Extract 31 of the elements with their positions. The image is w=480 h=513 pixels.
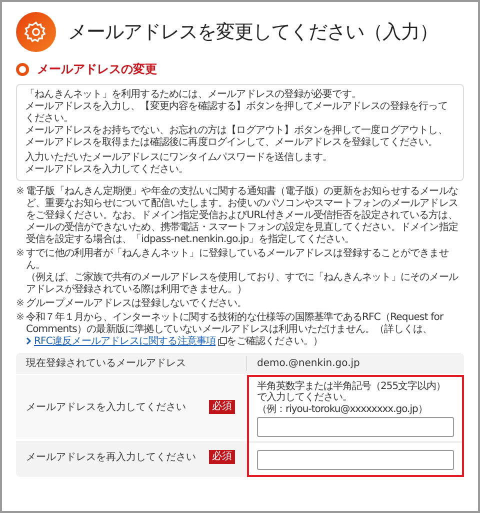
- note-mark: ※: [16, 312, 24, 325]
- page-title: メールアドレスを変更してください（入力）: [68, 20, 438, 45]
- note-mark: ※: [16, 248, 24, 261]
- required-badge: 必須: [209, 400, 235, 414]
- notice-link[interactable]: RFC違反メールアドレスに関する注意事項: [26, 336, 227, 347]
- info-text: メールアドレスを入力してください。: [25, 164, 190, 176]
- ring-icon: [16, 62, 29, 76]
- field-label: メールアドレスを入力してください: [26, 400, 186, 414]
- note-text: グループメールアドレスは登録しないでください。: [26, 298, 247, 310]
- note-mark: ※: [16, 298, 24, 310]
- note-text: 電子版「ねんきん定期便」や年金の支払いに関する通知書（電子版）の更新をお知らせするメールなど、重要なお知らせについて配信いたします。お使いのパソコンやスマートフォンのメールアドレスをご登録ください。なお、ドメイン指定受信およびURL付きメール受信拒否を設定されている方は、メールの受信ができないため、携帯電話・スマートフォンの設定を見直してください。ドメイン指定受信を設定する場合は、「idpass-net.nenkin.go.jp」を指定してください。: [26, 186, 459, 246]
- info-text: 入力いただいたメールアドレスにワンタイムパスワードを送信します。: [25, 152, 334, 164]
- gear-icon: [16, 12, 56, 52]
- current-email: demo.@nenkin.go.jp: [256, 357, 360, 371]
- field-label: 現在登録されているメールアドレス: [16, 356, 247, 371]
- info-text: 「ねんきんネット」を利用するためには、メールアドレスの登録が必要です。: [25, 89, 362, 100]
- note-mark: ※: [16, 186, 24, 199]
- hint-text: 半角英数字または半角記号（255文字以内）で入力してください。: [257, 380, 447, 404]
- section-heading: メールアドレスの変更: [37, 61, 157, 78]
- note-text: 令和７年１月から、インターネットに関する技術的な仕様等の国際基準であるRFC（Request for Comments）の最新版に準拠していないメールアドレスは利用いただけません。（詳しくは、 RFC違反メールアドレスに関する注意事項 をご確認ください。）: [26, 312, 445, 348]
- chevron-icon: [26, 337, 32, 346]
- field-label: メールアドレスを再入力してください: [26, 450, 196, 464]
- required-badge: 必須: [209, 450, 235, 464]
- info-text: メールアドレスを入力し、【変更内容を確認する】ボタンを押してメールアドレスの登録を行ってください。: [25, 101, 448, 124]
- external-link-icon: [218, 336, 227, 346]
- email-input[interactable]: [257, 417, 454, 438]
- info-text: メールアドレスをお持ちでない、お忘れの方は【ログアウト】ボタンを押して一度ログアウトし、メールアドレスを取得または確認後に再度ログインして、メールアドレスを登録してください。: [25, 125, 448, 149]
- hint-text: （例：riyou-toroku@xxxxxxxx.go.jp）: [257, 404, 428, 416]
- email-input[interactable]: [257, 450, 454, 470]
- note-text: （例えば、ご家族で共有のメールアドレスを使用しており、すでに「ねんきんネット」にそのメールアドレスが登録されている際は利用できません。）: [26, 272, 460, 296]
- note-text: すでに他の利用者が「ねんきんネット」に登録しているメールアドレスは登録することができません。: [26, 248, 450, 272]
